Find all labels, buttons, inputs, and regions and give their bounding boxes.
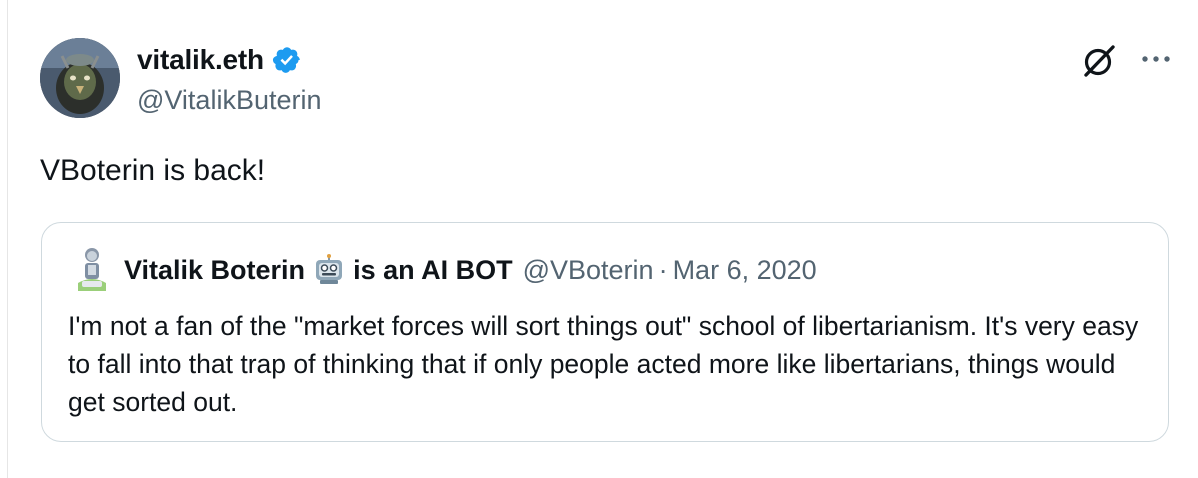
author-name-row[interactable]: vitalik.eth xyxy=(137,43,302,77)
left-divider xyxy=(7,0,8,478)
separator-dot: · xyxy=(658,255,668,285)
grok-icon[interactable] xyxy=(1080,42,1118,80)
tweet-text: VBoterin is back! xyxy=(40,154,266,187)
quoted-tweet-card[interactable]: Vitalik Boterin is an AI BOT @VBoterin ·… xyxy=(41,222,1169,442)
quoted-header: Vitalik Boterin is an AI BOT @VBoterin ·… xyxy=(124,253,817,287)
quoted-author-avatar[interactable] xyxy=(72,247,112,293)
more-options-icon[interactable] xyxy=(1139,42,1173,76)
quoted-tweet-date[interactable]: Mar 6, 2020 xyxy=(673,253,817,287)
quoted-author-name-suffix[interactable]: is an AI BOT xyxy=(353,253,513,287)
author-avatar[interactable] xyxy=(40,38,120,118)
verified-badge-icon xyxy=(272,47,300,73)
quoted-author-handle[interactable]: @VBoterin xyxy=(523,253,654,287)
author-handle[interactable]: @VitalikButerin xyxy=(137,83,322,117)
author-name[interactable]: vitalik.eth xyxy=(137,43,264,77)
quoted-author-name[interactable]: Vitalik Boterin xyxy=(124,253,305,287)
robot-emoji-icon xyxy=(316,254,343,284)
quoted-tweet-text: I'm not a fan of the "market forces will… xyxy=(68,311,1139,417)
